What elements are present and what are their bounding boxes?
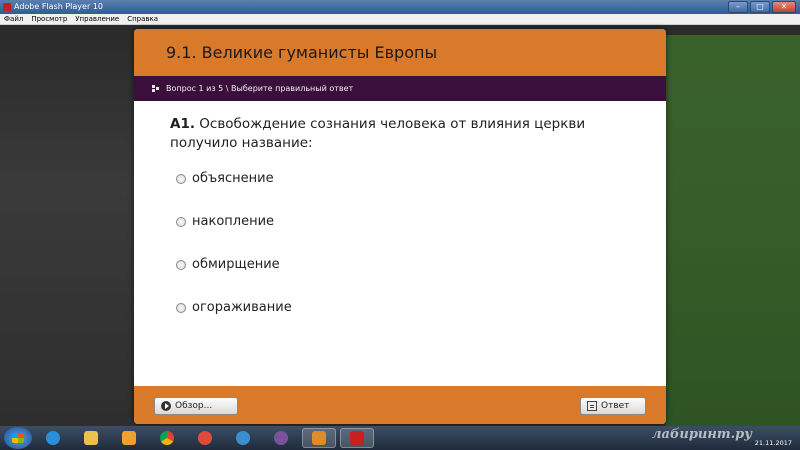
system-tray: лабиринт.ру 21.11.2017 <box>650 426 800 450</box>
answer-button[interactable]: Ответ <box>580 397 646 415</box>
document-icon <box>587 401 597 411</box>
question-number: А1. <box>170 116 195 132</box>
play-icon <box>161 401 171 411</box>
window-titlebar: Adobe Flash Player 10 – □ ✕ <box>0 0 800 14</box>
option-label: накопление <box>192 214 275 229</box>
menu-view[interactable]: Просмотр <box>31 14 67 24</box>
radio-button[interactable] <box>176 217 186 227</box>
close-button[interactable]: ✕ <box>772 1 796 13</box>
window-controls: – □ ✕ <box>728 1 796 13</box>
option-3[interactable]: обмирщение <box>176 257 292 300</box>
window-title: Adobe Flash Player 10 <box>14 2 103 11</box>
chrome-icon[interactable] <box>150 428 184 448</box>
answer-button-label: Ответ <box>601 401 630 411</box>
radio-button[interactable] <box>176 174 186 184</box>
question-text: Освобождение сознания человека от влияни… <box>170 116 586 151</box>
watermark: лабиринт.ру <box>652 427 752 442</box>
review-button-label: Обзор... <box>175 401 213 411</box>
review-button[interactable]: Обзор... <box>154 397 238 415</box>
question: А1. Освобождение сознания человека от вл… <box>170 115 640 153</box>
menu-file[interactable]: Файл <box>4 14 23 24</box>
option-label: огораживание <box>192 300 292 315</box>
checkbox-app-icon[interactable] <box>302 428 336 448</box>
option-label: обмирщение <box>192 257 280 272</box>
menu-bar: Файл Просмотр Управление Справка <box>0 14 800 25</box>
menu-control[interactable]: Управление <box>75 14 119 24</box>
media-icon[interactable] <box>112 428 146 448</box>
minimize-button[interactable]: – <box>728 1 748 13</box>
flash-icon[interactable] <box>340 428 374 448</box>
option-label: объяснение <box>192 171 274 186</box>
globe-icon[interactable] <box>226 428 260 448</box>
flash-app-icon <box>3 3 11 11</box>
start-button[interactable] <box>4 427 32 449</box>
progress-icon <box>152 85 159 92</box>
radio-button[interactable] <box>176 260 186 270</box>
clock-date: 21.11.2017 <box>754 439 792 447</box>
menu-help[interactable]: Справка <box>127 14 158 24</box>
option-1[interactable]: объяснение <box>176 171 292 214</box>
option-4[interactable]: огораживание <box>176 300 292 343</box>
cake-icon[interactable] <box>188 428 222 448</box>
quiz-title: 9.1. Великие гуманисты Европы <box>134 29 666 76</box>
question-progress-bar: Вопрос 1 из 5 \ Выберите правильный отве… <box>134 76 666 101</box>
question-progress: Вопрос 1 из 5 \ Выберите правильный отве… <box>166 84 354 93</box>
viber-icon[interactable] <box>264 428 298 448</box>
radio-button[interactable] <box>176 303 186 313</box>
answer-options: объяснение накопление обмирщение огоражи… <box>176 171 292 343</box>
ie-icon[interactable] <box>36 428 70 448</box>
quiz-footer: Обзор... Ответ <box>134 386 666 424</box>
explorer-icon[interactable] <box>74 428 108 448</box>
taskbar: лабиринт.ру 21.11.2017 <box>0 426 800 450</box>
quiz-panel: 9.1. Великие гуманисты Европы Вопрос 1 и… <box>134 29 666 424</box>
option-2[interactable]: накопление <box>176 214 292 257</box>
maximize-button[interactable]: □ <box>750 1 770 13</box>
background-decoration <box>666 35 800 426</box>
